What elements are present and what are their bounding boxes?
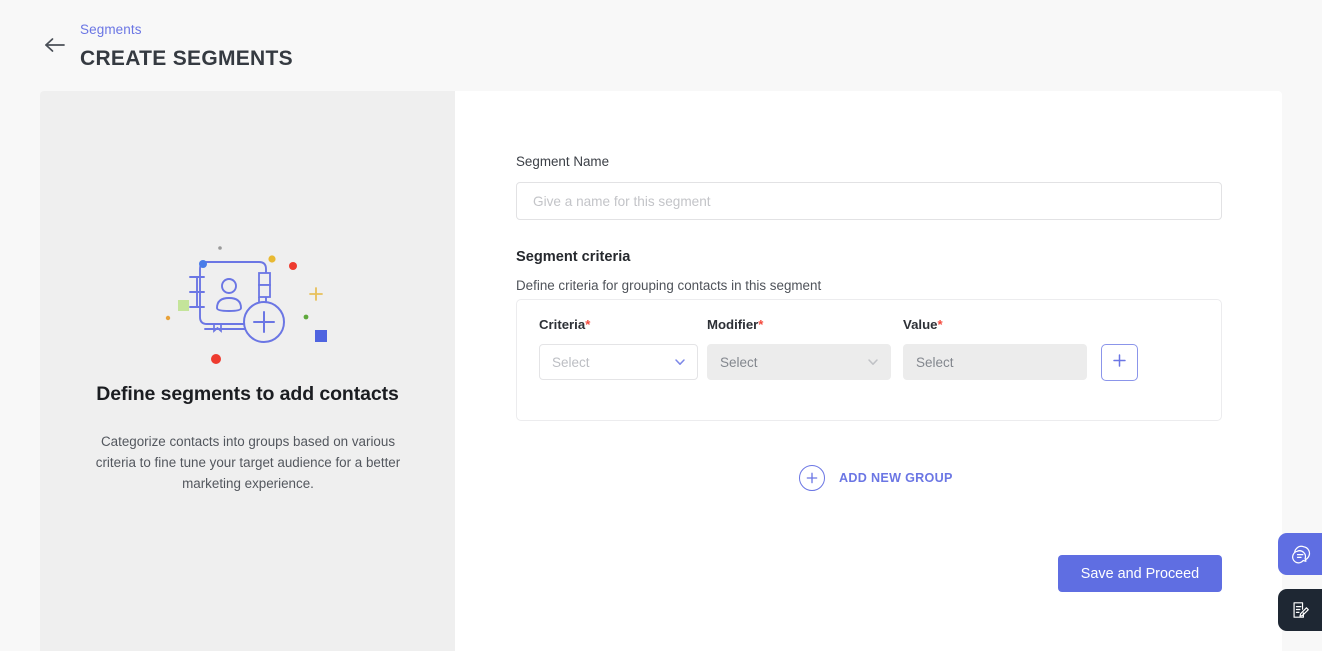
save-and-proceed-button[interactable]: Save and Proceed: [1058, 555, 1222, 592]
contact-book-add-illustration: [40, 240, 455, 370]
value-select[interactable]: Select: [903, 344, 1087, 380]
segment-name-input[interactable]: [516, 182, 1222, 220]
breadcrumb-segments[interactable]: Segments: [80, 22, 142, 37]
modifier-label-text: Modifier: [707, 317, 759, 332]
page-title: CREATE SEGMENTS: [80, 47, 293, 70]
content-container: Define segments to add contacts Categori…: [40, 91, 1282, 651]
chat-bubbles-icon[interactable]: [1278, 533, 1322, 575]
required-asterisk: *: [585, 317, 591, 332]
plus-icon: [1111, 352, 1128, 374]
add-new-group-label: ADD NEW GROUP: [839, 471, 953, 485]
criteria-label-text: Criteria: [539, 317, 586, 332]
modifier-select[interactable]: Select: [707, 344, 891, 380]
value-select-value: Select: [916, 354, 954, 370]
required-asterisk: *: [937, 317, 943, 332]
chevron-down-icon: [674, 356, 686, 368]
criteria-select[interactable]: Select: [539, 344, 698, 380]
required-asterisk: *: [758, 317, 764, 332]
circle-plus-icon: [799, 465, 825, 491]
add-criteria-button[interactable]: [1101, 344, 1138, 381]
chevron-down-icon: [867, 356, 879, 368]
criteria-select-value: Select: [552, 354, 590, 370]
value-column-label: Value*: [903, 317, 943, 332]
arrow-left-icon[interactable]: [41, 31, 69, 59]
modifier-select-value: Select: [720, 354, 758, 370]
page-header: Segments CREATE SEGMENTS: [0, 0, 1322, 91]
criteria-group: Criteria* Select Modifier* Select Value*…: [516, 299, 1222, 421]
segment-criteria-subtitle: Define criteria for grouping contacts in…: [516, 278, 822, 293]
info-panel-heading: Define segments to add contacts: [96, 383, 399, 405]
segment-criteria-heading: Segment criteria: [516, 249, 631, 265]
info-panel: Define segments to add contacts Categori…: [40, 91, 455, 651]
value-label-text: Value: [903, 317, 938, 332]
segment-form-panel: Segment Name Segment criteria Define cri…: [455, 91, 1282, 651]
add-new-group-button[interactable]: ADD NEW GROUP: [799, 465, 953, 491]
info-panel-description: Categorize contacts into groups based on…: [95, 434, 401, 491]
criteria-column-label: Criteria*: [539, 317, 590, 332]
note-edit-icon[interactable]: [1278, 589, 1322, 631]
segment-name-label: Segment Name: [516, 154, 610, 169]
modifier-column-label: Modifier*: [707, 317, 763, 332]
